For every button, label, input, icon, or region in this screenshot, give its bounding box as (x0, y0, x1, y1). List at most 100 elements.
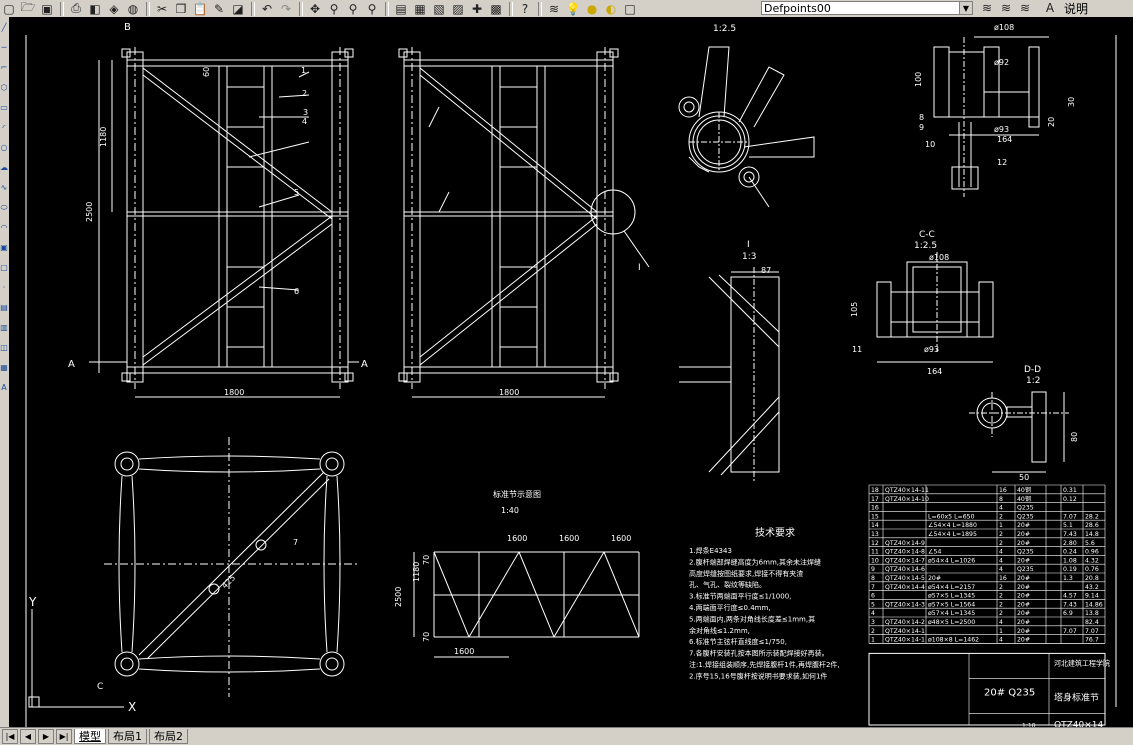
point-icon[interactable]: · (0, 283, 8, 297)
tab-layout2[interactable]: 布局2 (149, 729, 188, 744)
text-style-icon[interactable]: A (1041, 0, 1059, 16)
save-icon[interactable]: ▣ (38, 1, 56, 17)
rectangle-icon[interactable]: ▭ (0, 103, 8, 117)
drawing-canvas[interactable]: B A A 1800 1800 2500 1180 60 1 2 3 4 5 6… (9, 17, 1133, 730)
gradient-icon[interactable]: ▥ (0, 323, 8, 337)
globe-icon[interactable]: ◍ (124, 1, 142, 17)
circle-icon[interactable]: ○ (0, 143, 8, 157)
table-cell: QTZ40×14-6 (885, 566, 925, 573)
table-cell: ø57×5 L=1564 (928, 601, 975, 608)
first-tab-icon[interactable]: |◀ (2, 729, 18, 744)
callout-10: 10 (925, 140, 935, 149)
zoom-icon[interactable]: ⚲ (325, 1, 343, 17)
zoom-previous-icon[interactable]: ⚲ (363, 1, 381, 17)
region-icon[interactable]: ◫ (0, 343, 8, 357)
table-cell: 4 (999, 505, 1003, 512)
callout-7: 7 (293, 538, 298, 547)
table-cell: ø54×4 L=2157 (928, 584, 975, 591)
insert-block-icon[interactable]: ▣ (0, 243, 8, 257)
layer-previous-icon[interactable]: ≋ (978, 0, 996, 16)
print-icon[interactable]: ⎙ (67, 1, 85, 17)
layer-dropdown[interactable]: Defpoints00 ▼ (761, 1, 973, 15)
table-cell: 2 (999, 593, 1003, 600)
color-square-icon[interactable]: □ (621, 1, 639, 17)
callout-4: 4 (302, 117, 307, 126)
scale-c: 1:2.5 (914, 241, 937, 251)
publish-icon[interactable]: ◈ (105, 1, 123, 17)
table-cell: 13.8 (1085, 610, 1099, 617)
markup-icon[interactable]: ✚ (468, 1, 486, 17)
preview-icon[interactable]: ◧ (86, 1, 104, 17)
section-d-title: D-D (1024, 365, 1041, 375)
toolbar-separator (251, 1, 255, 16)
designcenter-icon[interactable]: ▦ (411, 1, 429, 17)
arc-icon[interactable]: ◜ (0, 123, 8, 137)
block-icon[interactable]: ◪ (229, 1, 247, 17)
ellipse-icon[interactable]: ⬭ (0, 203, 8, 217)
table-cell: 9 (871, 566, 875, 573)
table-cell: 7.07 (1063, 513, 1077, 520)
new-icon[interactable]: ▢ (0, 1, 18, 17)
table-cell: 0.76 (1085, 566, 1099, 573)
hatch-icon[interactable]: ▤ (0, 303, 8, 317)
light-bulb-icon[interactable]: 💡 (564, 1, 582, 17)
calc-icon[interactable]: ▩ (487, 1, 505, 17)
revcloud-icon[interactable]: ☁ (0, 163, 8, 177)
spline-icon[interactable]: ∿ (0, 183, 8, 197)
next-tab-icon[interactable]: ▶ (38, 729, 54, 744)
mtext-icon[interactable]: A (0, 383, 8, 397)
tab-layout1[interactable]: 布局1 (108, 729, 147, 744)
dim-87: 87 (761, 266, 771, 275)
dim-50: 50 (1019, 473, 1029, 482)
table-cell: QTZ40×14-10 (885, 496, 929, 503)
table-icon[interactable]: ▦ (0, 363, 8, 377)
zoom-window-icon[interactable]: ⚲ (344, 1, 362, 17)
table-cell: 16 (999, 575, 1007, 582)
table-cell: 0.24 (1063, 549, 1077, 556)
table-cell: ø57×5 L=1345 (928, 593, 975, 600)
table-cell: 0.31 (1063, 487, 1077, 494)
table-cell: 7 (871, 584, 875, 591)
toolpalette-icon[interactable]: ▧ (430, 1, 448, 17)
line-icon[interactable]: ╱ (0, 23, 8, 37)
table-cell: 2 (871, 628, 875, 635)
matchprop-icon[interactable]: ✎ (210, 1, 228, 17)
layer-state-icon[interactable]: ≋ (997, 0, 1015, 16)
paste-icon[interactable]: 📋 (191, 1, 209, 17)
undo-icon[interactable]: ↶ (258, 1, 276, 17)
table-cell: 4 (999, 549, 1003, 556)
redo-icon[interactable]: ↷ (277, 1, 295, 17)
open-icon[interactable]: 🗁 (19, 0, 37, 17)
text-style-label[interactable]: 说明 (1064, 0, 1088, 16)
tab-model[interactable]: 模型 (74, 729, 106, 744)
cad-drawing[interactable]: B A A 1800 1800 2500 1180 60 1 2 3 4 5 6… (9, 17, 1133, 730)
polyline-icon[interactable]: ⌐ (0, 63, 8, 77)
tech-line: 注:1.焊接组装顺序,先焊接腹杆1件,再焊腹杆2件, (689, 660, 840, 669)
section-d-view (969, 391, 1069, 473)
copy-icon[interactable]: ❐ (172, 1, 190, 17)
sheetset-icon[interactable]: ▨ (449, 1, 467, 17)
help-icon[interactable]: ? (516, 1, 534, 17)
table-cell: 8 (871, 575, 875, 582)
pan-icon[interactable]: ✥ (306, 1, 324, 17)
dim-d93-top: ø93 (994, 125, 1009, 134)
layer-manager-icon[interactable]: ≋ (545, 1, 563, 17)
chevron-down-icon[interactable]: ▼ (959, 2, 972, 14)
prev-tab-icon[interactable]: ◀ (20, 729, 36, 744)
sun-icon[interactable]: ● (583, 1, 601, 17)
last-tab-icon[interactable]: ▶| (56, 729, 72, 744)
dim-80: 80 (1070, 432, 1079, 442)
table-cell: 40钢 (1017, 495, 1031, 503)
callout-11: 11 (852, 345, 862, 354)
ellipse-arc-icon[interactable]: ◠ (0, 223, 8, 237)
polygon-icon[interactable]: ⬡ (0, 83, 8, 97)
make-block-icon[interactable]: ▢ (0, 263, 8, 277)
cut-icon[interactable]: ✂ (153, 1, 171, 17)
lock-icon[interactable]: ◐ (602, 1, 620, 17)
layer-iso-icon[interactable]: ≋ (1016, 0, 1034, 16)
table-cell: 15 (871, 513, 879, 520)
properties-icon[interactable]: ▤ (392, 1, 410, 17)
table-cell: 0.12 (1063, 496, 1077, 503)
xline-icon[interactable]: ─ (0, 43, 8, 57)
table-cell: 16 (871, 505, 879, 512)
